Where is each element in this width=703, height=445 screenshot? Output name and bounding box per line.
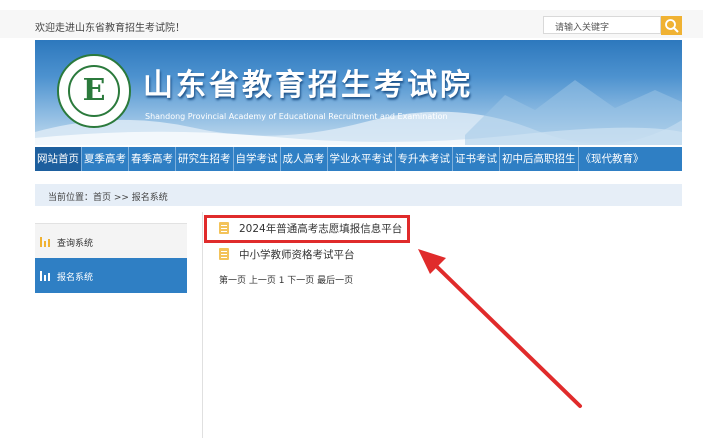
annotation-arrow: [418, 249, 582, 408]
